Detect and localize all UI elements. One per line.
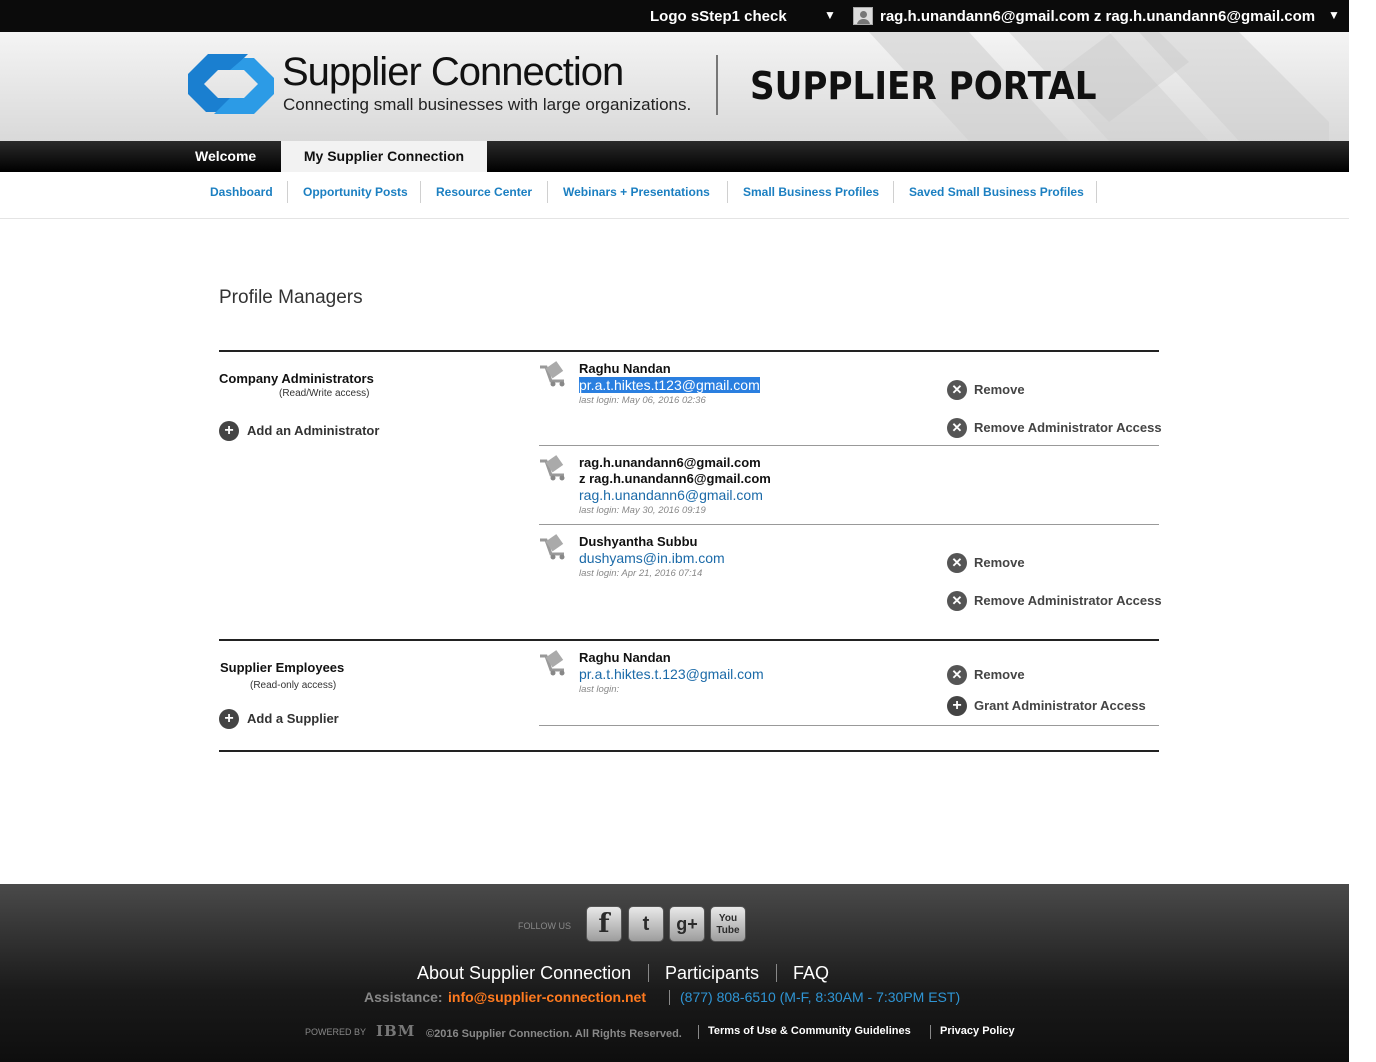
admin-email-link[interactable]: rag.h.unandann6@gmail.com [579,487,763,503]
footer-link-participants[interactable]: Participants [665,963,759,984]
ibm-logo: IBM [376,1022,416,1040]
main-tabs: Welcome My Supplier Connection [0,141,1349,172]
close-icon[interactable]: ✕ [947,591,967,611]
facebook-icon[interactable]: f [586,906,622,942]
add-administrator-button[interactable]: Add an Administrator [247,423,379,438]
remove-button[interactable]: Remove [974,382,1025,397]
subnav-saved-profiles[interactable]: Saved Small Business Profiles [909,185,1084,199]
employees-heading: Supplier Employees [220,660,345,675]
brand-name: Supplier Connection [282,50,624,94]
divider [727,181,728,203]
last-login: last login: [579,684,620,695]
section-rule [219,350,1159,352]
tab-welcome[interactable]: Welcome [195,141,256,172]
top-bar: Logo sStep1 check ▼ rag.h.unandann6@gmai… [0,0,1349,32]
divider [648,964,649,982]
close-icon[interactable]: ✕ [947,553,967,573]
avatar[interactable] [853,7,873,25]
divider [698,1025,699,1039]
section-rule [219,750,1159,752]
last-login: last login: Apr 21, 2016 07:14 [579,568,703,579]
cart-icon [540,650,565,676]
plus-icon[interactable]: + [947,696,967,716]
close-icon[interactable]: ✕ [947,380,967,400]
supplier-connection-logo[interactable] [188,54,274,116]
cart-icon [540,534,565,560]
chevron-down-icon[interactable]: ▼ [1328,8,1340,22]
terms-link[interactable]: Terms of Use & Community Guidelines [708,1025,911,1037]
tab-my-supplier-connection[interactable]: My Supplier Connection [281,141,487,172]
close-icon[interactable]: ✕ [947,665,967,685]
divider [930,1025,931,1039]
plus-icon[interactable]: + [219,709,239,729]
plus-icon[interactable]: + [219,421,239,441]
subnav-small-business-profiles[interactable]: Small Business Profiles [743,185,879,199]
youtube-icon[interactable]: You Tube [710,906,746,942]
divider [669,990,670,1005]
admin-name: Dushyantha Subbu [579,534,698,549]
header-divider [716,55,718,115]
user-menu[interactable]: rag.h.unandann6@gmail.com z rag.h.unanda… [880,8,1315,25]
subnav-webinars[interactable]: Webinars + Presentations [563,185,710,199]
assistance-phone: (877) 808-6510 (M-F, 8:30AM - 7:30PM EST… [680,989,961,1005]
admin-name: rag.h.unandann6@gmail.com [579,455,761,470]
follow-us-label: FOLLOW US [518,921,572,931]
remove-admin-access-button[interactable]: Remove Administrator Access [974,593,1162,608]
brand-tagline: Connecting small businesses with large o… [283,95,692,114]
subnav-opportunity-posts[interactable]: Opportunity Posts [303,185,408,199]
section-rule [219,639,1159,641]
admin-name-line2: z rag.h.unandann6@gmail.com [579,471,771,486]
row-divider [539,445,1159,446]
header-banner: Supplier Connection Connecting small bus… [0,32,1349,141]
portal-title: SUPPLIER PORTAL [750,64,1097,108]
footer: FOLLOW US f t g+ You Tube About Supplier… [0,884,1349,1062]
subnav-dashboard[interactable]: Dashboard [210,185,273,199]
twitter-icon[interactable]: t [628,906,664,942]
remove-button[interactable]: Remove [974,667,1025,682]
employee-name: Raghu Nandan [579,650,671,665]
divider [893,181,894,203]
powered-by-label: POWERED BY [305,1027,367,1037]
footer-link-about[interactable]: About Supplier Connection [417,963,631,984]
chevron-down-icon[interactable]: ▼ [824,8,836,22]
remove-button[interactable]: Remove [974,555,1025,570]
divider [287,181,288,203]
add-supplier-button[interactable]: Add a Supplier [247,711,339,726]
remove-admin-access-button[interactable]: Remove Administrator Access [974,420,1162,435]
sub-navigation: Dashboard Opportunity Posts Resource Cen… [0,172,1349,219]
close-icon[interactable]: ✕ [947,418,967,438]
cart-icon [540,361,565,387]
admins-access: (Read/Write access) [279,388,370,399]
admin-email-link[interactable]: dushyams@in.ibm.com [579,550,725,566]
employees-access: (Read-only access) [250,680,337,691]
row-divider [539,524,1159,525]
copyright: ©2016 Supplier Connection. All Rights Re… [426,1028,682,1040]
divider [547,181,548,203]
google-plus-icon[interactable]: g+ [669,906,705,942]
last-login: last login: May 06, 2016 02:36 [579,395,706,406]
assistance-label: Assistance: [364,989,443,1005]
divider [420,181,421,203]
row-divider [539,725,1159,726]
admin-name: Raghu Nandan [579,361,671,376]
divider [1096,181,1097,203]
subnav-resource-center[interactable]: Resource Center [436,185,532,199]
grant-admin-access-button[interactable]: Grant Administrator Access [974,698,1146,713]
page-title: Profile Managers [219,287,363,308]
last-login: last login: May 30, 2016 09:19 [579,505,706,516]
admins-heading: Company Administrators [219,371,374,386]
footer-link-faq[interactable]: FAQ [793,963,829,984]
admin-email-link[interactable]: pr.a.t.hiktes.t123@gmail.com [579,377,760,393]
logo-step-link[interactable]: Logo sStep1 check [650,8,787,25]
page-edge [1349,0,1376,1062]
divider [776,964,777,982]
employee-email-link[interactable]: pr.a.t.hiktes.t.123@gmail.com [579,666,764,682]
assistance-email-link[interactable]: info@supplier-connection.net [448,989,646,1005]
privacy-link[interactable]: Privacy Policy [940,1025,1015,1037]
cart-icon [540,455,565,481]
